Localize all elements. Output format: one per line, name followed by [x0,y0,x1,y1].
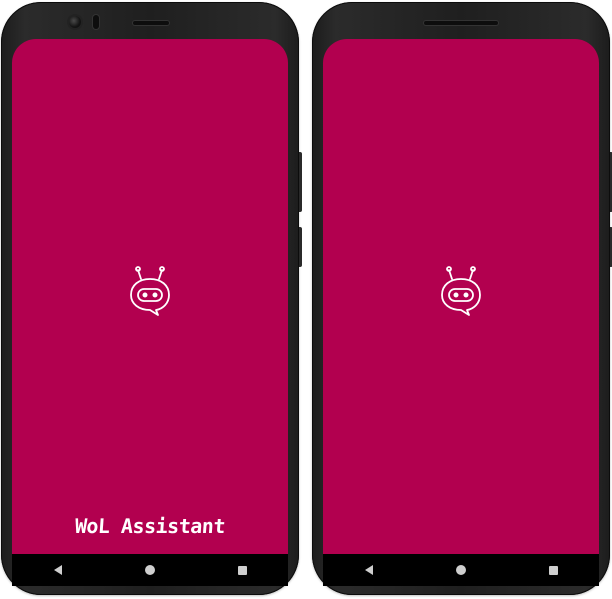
splash-screen [323,39,599,554]
back-button[interactable] [38,556,78,584]
showcase-stage: WoL Assistant [0,0,612,599]
recents-button[interactable] [222,556,262,584]
back-icon [54,565,62,575]
back-icon [365,565,373,575]
earpiece-speaker [133,21,169,25]
home-button[interactable] [441,556,481,584]
brand-name: WoL Assistant [74,514,226,538]
recents-button[interactable] [533,556,573,584]
volume-button [299,227,302,267]
home-icon [456,565,466,575]
chatbot-icon [441,266,481,316]
home-button[interactable] [130,556,170,584]
recents-icon [548,565,558,575]
phone-frame-left: WoL Assistant [1,2,302,595]
power-button [299,152,302,212]
top-bezel [1,2,299,40]
recents-icon [237,565,247,575]
phone-frame-right [312,2,612,595]
navigation-bar [12,554,288,586]
back-button[interactable] [349,556,389,584]
sensor-icon [93,15,99,29]
front-camera-icon [69,16,81,28]
chatbot-icon [130,266,170,316]
splash-screen: WoL Assistant [12,39,288,554]
earpiece-speaker [424,21,498,25]
home-icon [145,565,155,575]
navigation-bar [323,554,599,586]
top-bezel [312,2,610,40]
